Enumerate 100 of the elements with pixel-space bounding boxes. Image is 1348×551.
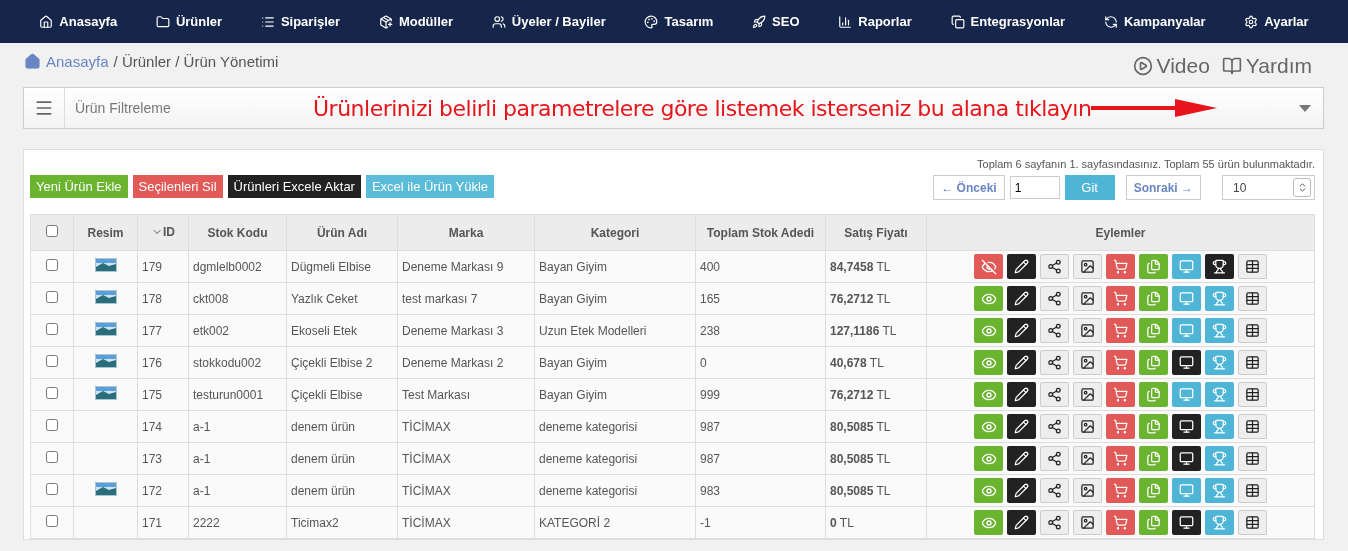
row-checkbox[interactable] <box>46 515 58 527</box>
column-header[interactable]: Marka <box>397 214 535 251</box>
nav-item[interactable]: Modüller <box>378 14 454 29</box>
edit-button[interactable] <box>1007 446 1036 471</box>
cart-button[interactable] <box>1106 446 1135 471</box>
nav-item[interactable]: Kampanyalar <box>1103 14 1206 29</box>
action-button[interactable]: Ürünleri Excele Aktar <box>227 175 361 198</box>
page-input[interactable]: 1 <box>1009 176 1060 199</box>
table-cell: stokkodu002 <box>188 346 287 379</box>
nav-item[interactable]: Tasarım <box>644 14 714 29</box>
share-button[interactable] <box>1040 318 1069 343</box>
images-button[interactable] <box>1073 318 1102 343</box>
nav-item[interactable]: Üyeler / Bayiler <box>491 14 606 29</box>
table-button[interactable] <box>1238 414 1267 439</box>
copy-button[interactable] <box>1139 318 1168 343</box>
table-button[interactable] <box>1238 446 1267 471</box>
table-button[interactable] <box>1238 510 1267 535</box>
column-header[interactable]: Toplam Stok Adedi <box>695 214 826 251</box>
images-button[interactable] <box>1073 382 1102 407</box>
breadcrumb-link[interactable]: Anasayfa <box>46 53 109 70</box>
images-button[interactable] <box>1073 446 1102 471</box>
column-header[interactable]: Satış Fiyatı <box>825 214 927 251</box>
nav-item[interactable]: Siparişler <box>260 14 341 29</box>
share-button[interactable] <box>1040 414 1069 439</box>
edit-button[interactable] <box>1007 286 1036 311</box>
table-button[interactable] <box>1238 478 1267 503</box>
column-header[interactable]: Ürün Adı <box>286 214 398 251</box>
table-button[interactable] <box>1238 318 1267 343</box>
nav-item[interactable]: Entegrasyonlar <box>950 14 1066 29</box>
cart-button[interactable] <box>1106 510 1135 535</box>
table-cell: test markası 7 <box>397 282 535 315</box>
edit-button[interactable] <box>1007 382 1036 407</box>
help-link[interactable]: Video <box>1132 54 1210 78</box>
monitor-button[interactable] <box>1172 414 1201 439</box>
monitor-button[interactable] <box>1172 350 1201 375</box>
images-button[interactable] <box>1073 478 1102 503</box>
filter-bar[interactable]: Ürün Filtreleme Ürünlerinizi belirli parametrelere göre listemek isterseniz bu alana tıklayın <box>23 87 1324 129</box>
share-button[interactable] <box>1040 446 1069 471</box>
column-header[interactable]: Stok Kodu <box>188 214 287 251</box>
column-header[interactable]: Eylemler <box>926 214 1315 251</box>
cart-button[interactable] <box>1106 318 1135 343</box>
share-button[interactable] <box>1040 286 1069 311</box>
row-checkbox[interactable] <box>46 355 58 367</box>
edit-button[interactable] <box>1007 254 1036 279</box>
hidden-button[interactable] <box>974 254 1003 279</box>
next-button[interactable]: Sonraki → <box>1125 175 1201 200</box>
trophy-button[interactable] <box>1205 254 1234 279</box>
previous-button[interactable]: ← Önceki <box>933 175 1005 200</box>
copy-button[interactable] <box>1139 254 1168 279</box>
share-button[interactable] <box>1040 510 1069 535</box>
row-checkbox[interactable] <box>46 291 58 303</box>
share-button[interactable] <box>1040 350 1069 375</box>
monitor-button[interactable] <box>1172 446 1201 471</box>
help-link[interactable]: Yardım <box>1221 54 1312 78</box>
copy-button[interactable] <box>1139 478 1168 503</box>
table-cell: 177 <box>137 314 189 347</box>
cart-button[interactable] <box>1106 478 1135 503</box>
copy-button[interactable] <box>1139 286 1168 311</box>
row-checkbox[interactable] <box>46 483 58 495</box>
cart-button[interactable] <box>1106 254 1135 279</box>
nav-item[interactable]: Raporlar <box>838 14 912 29</box>
row-checkbox[interactable] <box>46 323 58 335</box>
copy-button[interactable] <box>1139 382 1168 407</box>
row-checkbox[interactable] <box>46 419 58 431</box>
row-checkbox[interactable] <box>46 259 58 271</box>
monitor-button[interactable] <box>1172 510 1201 535</box>
cart-button[interactable] <box>1106 350 1135 375</box>
column-header[interactable]: Resim <box>73 214 138 251</box>
nav-item[interactable]: Anasayfa <box>39 14 118 29</box>
row-checkbox[interactable] <box>46 387 58 399</box>
nav-item[interactable]: SEO <box>752 14 800 29</box>
table-button[interactable] <box>1238 350 1267 375</box>
images-button[interactable] <box>1073 510 1102 535</box>
edit-button[interactable] <box>1007 318 1036 343</box>
edit-button[interactable] <box>1007 414 1036 439</box>
row-checkbox[interactable] <box>46 451 58 463</box>
table-button[interactable] <box>1238 286 1267 311</box>
table-cell: 80,5085 TL <box>825 410 927 443</box>
table-button[interactable] <box>1238 254 1267 279</box>
share-button[interactable] <box>1040 478 1069 503</box>
cart-button[interactable] <box>1106 286 1135 311</box>
page-size-select[interactable]: 10 <box>1222 175 1315 200</box>
share-button[interactable] <box>1040 382 1069 407</box>
column-header[interactable]: ID <box>163 224 175 239</box>
nav-item[interactable]: Ayarlar <box>1244 14 1309 29</box>
edit-button[interactable] <box>1007 350 1036 375</box>
select-all-checkbox[interactable] <box>46 225 58 237</box>
nav-item[interactable]: Ürünler <box>155 14 223 29</box>
action-button[interactable]: Seçilenleri Sil <box>132 175 223 198</box>
cart-button[interactable] <box>1106 414 1135 439</box>
edit-button[interactable] <box>1007 510 1036 535</box>
images-button[interactable] <box>1073 350 1102 375</box>
images-button[interactable] <box>1073 254 1102 279</box>
share-button[interactable] <box>1040 254 1069 279</box>
edit-button[interactable] <box>1007 478 1036 503</box>
column-header[interactable]: Kategori <box>534 214 696 251</box>
cart-button[interactable] <box>1106 382 1135 407</box>
images-button[interactable] <box>1073 414 1102 439</box>
images-button[interactable] <box>1073 286 1102 311</box>
table-button[interactable] <box>1238 382 1267 407</box>
